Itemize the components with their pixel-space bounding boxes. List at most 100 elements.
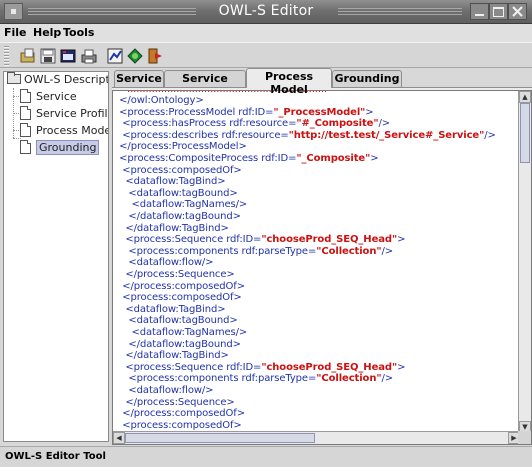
open-icon [20, 48, 35, 63]
tree-item-service-profile[interactable]: Service Profile [20, 106, 109, 122]
code-editor[interactable]: ........................................… [112, 90, 532, 445]
code-line: <process:components rdf:parseType="Colle… [113, 373, 393, 384]
tab-service-profile[interactable]: Service Profile [164, 70, 246, 98]
code-line: <process:components rdf:parseType="Colle… [113, 246, 393, 257]
close-icon [512, 6, 523, 17]
document-icon [20, 140, 31, 154]
code-line: <process:hasProcess rdf:resource="#_Comp… [113, 118, 390, 129]
globe-icon [127, 48, 143, 64]
code-line: <dataflow:tagBound> [113, 187, 238, 199]
tree-root-label: OWL-S Descriptio [24, 73, 108, 86]
document-icon [20, 89, 31, 103]
code-line: <dataflow:TagNames/> [113, 327, 247, 338]
chart-icon [107, 48, 123, 64]
tree-item-label: Service Profile [36, 107, 109, 120]
code-string-value: "Collection" [316, 245, 382, 257]
code-line: <process:composedOf> [113, 420, 242, 431]
code-tag-close: > [365, 106, 374, 118]
code-tag-text: <dataflow:flow/> [113, 385, 214, 396]
tab-pane: Service Service Profile Process Model Gr… [112, 68, 532, 445]
code-line: </process:composedOf> [113, 408, 245, 419]
tree-item-label: Service [36, 90, 77, 103]
title-decoration [338, 8, 462, 16]
code-line: <dataflow:TagNames/> [113, 199, 247, 210]
code-tag-text: </process:Sequence> [113, 269, 235, 280]
tab-grounding[interactable]: Grounding [332, 70, 402, 87]
scroll-up-button[interactable]: ▲ [519, 91, 531, 103]
close-button[interactable] [508, 3, 527, 20]
outline-tree[interactable]: OWL-S Descriptio Service Service Profile… [3, 71, 109, 442]
horizontal-scroll-thumb[interactable] [125, 433, 315, 443]
menu-help[interactable]: Help [33, 26, 61, 39]
maximize-button[interactable] [489, 3, 508, 20]
code-line: <dataflow:flow/> [113, 385, 213, 396]
code-tag-text: <process:components rdf:parseType= [113, 373, 317, 385]
code-tag-text: <dataflow:TagBind> [113, 176, 226, 188]
horizontal-scrollbar[interactable]: ◀ ▶ [113, 431, 520, 444]
window-button[interactable] [59, 47, 77, 65]
code-tag-text: <dataflow:tagBound> [113, 315, 238, 327]
exit-icon [148, 48, 162, 64]
tree-item-process-model[interactable]: Process Mode [20, 123, 108, 139]
menu-bar: File Help Tools [0, 24, 532, 42]
code-tag-text: <dataflow:TagNames/> [113, 199, 248, 211]
menu-file[interactable]: File [4, 26, 27, 39]
title-bar[interactable]: OWL-S Editor [0, 0, 532, 24]
print-button[interactable] [80, 47, 98, 65]
tab-process-model[interactable]: Process Model [246, 68, 332, 96]
code-tag-text: </dataflow:TagBind> [113, 222, 229, 234]
code-line: </process:Sequence> [113, 397, 234, 408]
tab-service[interactable]: Service [114, 70, 164, 87]
code-string-value: "#_Composite" [296, 118, 379, 130]
code-tag-text: <process:composedOf> [113, 164, 242, 176]
vertical-scrollbar[interactable]: ▲ ▼ [518, 91, 531, 433]
folder-icon [7, 72, 21, 84]
code-string-value: "http://test.test/_Service#_Service" [288, 129, 485, 141]
toolbar-grip[interactable] [4, 46, 9, 66]
print-icon [81, 49, 97, 64]
code-line: <process:Sequence rdf:ID="chooseProd_SEQ… [113, 234, 405, 245]
code-tag-close: /> [381, 373, 394, 385]
code-tag-text: <process:ProcessModel rdf:ID= [113, 106, 274, 118]
tab-strip: Service Service Profile Process Model Gr… [112, 68, 532, 98]
exit-button[interactable] [146, 47, 164, 65]
document-icon [20, 123, 31, 137]
code-tag-text: <dataflow:TagNames/> [113, 327, 248, 338]
open-button[interactable] [19, 47, 37, 65]
code-tag-text: <process:hasProcess rdf:resource= [113, 118, 297, 130]
code-line: <process:composedOf> [113, 292, 242, 303]
code-line: </dataflow:tagBound> [113, 339, 241, 350]
code-tag-text: <process:Sequence rdf:ID= [113, 234, 262, 246]
tree-item-grounding[interactable]: Grounding [20, 140, 108, 156]
code-line: </process:ProcessModel> [113, 141, 247, 152]
code-tag-text: <process:components rdf:parseType= [113, 245, 317, 257]
code-tag-text: <dataflow:tagBound> [113, 187, 238, 199]
code-tag-text: <dataflow:TagBind> [113, 303, 226, 315]
chart-button[interactable] [106, 47, 124, 65]
document-icon [20, 106, 31, 120]
code-tag-text: </dataflow:TagBind> [113, 350, 229, 362]
code-tag-close: /> [484, 129, 496, 141]
vertical-scroll-thumb[interactable] [520, 103, 530, 163]
tree-item-label: Grounding [36, 140, 100, 155]
code-line: <dataflow:flow/> [113, 257, 213, 268]
code-string-value: "chooseProd_SEQ_Head" [261, 234, 398, 246]
menu-tools[interactable]: Tools [63, 26, 94, 39]
save-button[interactable] [39, 47, 57, 65]
globe-button[interactable] [126, 47, 144, 65]
window-icon [60, 49, 76, 63]
tree-item-service[interactable]: Service [20, 89, 108, 105]
code-tag-text: <process:describes rdf:resource= [113, 129, 289, 141]
code-line: <dataflow:tagBound> [113, 315, 238, 327]
status-bar: OWL-S Editor Tool [0, 446, 532, 467]
code-line: </process:Sequence> [113, 269, 235, 280]
code-tag-text: </process:composedOf> [113, 408, 245, 420]
scroll-left-button[interactable]: ◀ [113, 432, 125, 444]
code-line: <dataflow:TagBind> [113, 176, 225, 187]
code-string-value: "_ProcessModel" [273, 106, 366, 118]
maximize-icon [493, 7, 504, 17]
code-line: <process:Sequence rdf:ID="chooseProd_SEQ… [113, 362, 405, 373]
tree-root[interactable]: OWL-S Descriptio [6, 72, 108, 88]
minimize-button[interactable] [470, 3, 489, 20]
code-tag-close: > [397, 234, 406, 246]
